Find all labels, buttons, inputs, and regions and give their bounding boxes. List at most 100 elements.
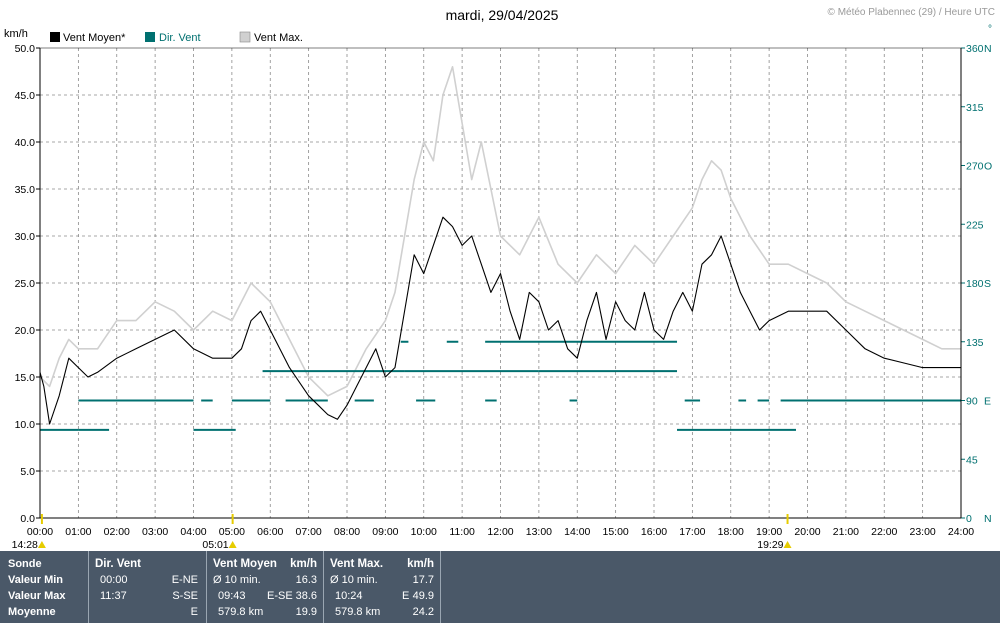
stats-block-dir-vent: Dir. Vent 00:00 E-NE 11:37 S-SE E	[89, 551, 206, 623]
stats-moyen-mean-value: 19.9	[295, 606, 317, 618]
y2-top-mark: °	[988, 24, 992, 35]
stats-divider	[440, 551, 441, 623]
y-tick-label: 30.0	[15, 231, 36, 243]
y2-tick-label: 225	[966, 219, 984, 231]
chart-labels: 00:00 01:00 02:00 03:00 04:00 05:00 06:00 07:00…	[12, 43, 993, 551]
x-tick-label: 16:00	[641, 526, 667, 538]
stats-header-vent-max: Vent Max.	[330, 558, 384, 570]
y-tick-label: 45.0	[15, 90, 36, 102]
y2-tick-label: 270	[966, 161, 984, 173]
x-tick-label: 11:00	[449, 526, 475, 538]
x-tick-label: 14:00	[564, 526, 590, 538]
stats-max-distance: 579.8 km	[335, 606, 381, 618]
x-tick-label: 09:00	[372, 526, 398, 538]
x-tick-label: 15:00	[602, 526, 628, 538]
y2-direction-label: S	[984, 278, 991, 290]
stats-max-mean-value: 24.2	[412, 606, 434, 618]
x-tick-label: 19:00	[756, 526, 782, 538]
y2-tick-label: 180	[966, 278, 984, 290]
x-tick-label: 20:00	[794, 526, 820, 538]
y2-direction-label: N	[984, 513, 992, 525]
stats-label-max: Valeur Max	[8, 590, 66, 602]
y-tick-label: 35.0	[15, 184, 36, 196]
x-tick-label: 12:00	[487, 526, 513, 538]
stats-label-min: Valeur Min	[8, 574, 64, 586]
stats-max-max-value: 49.9	[412, 590, 434, 602]
y2-tick-label: 90	[966, 396, 978, 408]
legend-label-vent-max: Vent Max.	[254, 32, 303, 44]
sun-event-icon	[37, 541, 46, 548]
y2-direction-label: O	[984, 161, 992, 173]
y2-tick-label: 360	[966, 43, 984, 55]
stats-row-labels: Sonde Valeur Min Valeur Max Moyenne	[0, 551, 88, 623]
sun-event-label: 05:01	[202, 539, 228, 551]
x-tick-label: 02:00	[104, 526, 130, 538]
stats-max-max-time: 10:24	[335, 590, 363, 602]
y-tick-label: 0.0	[20, 513, 35, 525]
y-tick-label: 20.0	[15, 325, 36, 337]
stats-block-vent-max: Vent Max. km/h Ø 10 min. 17.7 10:24 E 49…	[324, 551, 440, 623]
y-axis-unit: km/h	[4, 28, 28, 40]
stats-header-vent-moyen: Vent Moyen	[213, 558, 277, 570]
stats-dir-min-value: E-NE	[171, 574, 198, 586]
legend-swatch-vent-moyen	[50, 32, 60, 42]
stats-moyen-max-dir: E-SE	[267, 590, 293, 602]
stats-panel: Sonde Valeur Min Valeur Max Moyenne Dir.…	[0, 551, 1000, 623]
stats-dir-max-value: S-SE	[172, 590, 198, 602]
stats-label-sonde: Sonde	[8, 558, 42, 570]
x-tick-label: 07:00	[295, 526, 321, 538]
stats-block-vent-moyen: Vent Moyen km/h Ø 10 min. 16.3 09:43 E-S…	[207, 551, 323, 623]
x-tick-label: 08:00	[334, 526, 360, 538]
stats-max-max-dir: E	[402, 590, 410, 602]
sun-event-icon	[783, 541, 792, 548]
stats-moyen-distance: 579.8 km	[218, 606, 264, 618]
stats-max-min-label: Ø 10 min.	[330, 574, 378, 586]
stats-unit-vent-max: km/h	[407, 558, 434, 570]
stats-max-min-value: 17.7	[412, 574, 434, 586]
stats-label-moyenne: Moyenne	[8, 606, 56, 618]
x-tick-label: 22:00	[871, 526, 897, 538]
x-tick-label: 17:00	[679, 526, 705, 538]
chart-credit: © Météo Plabennec (29) / Heure UTC	[828, 7, 995, 18]
stats-dir-min-time: 00:00	[100, 574, 128, 586]
chart-legend: Vent Moyen* Dir. Vent Vent Max.	[50, 31, 303, 44]
x-tick-label: 10:00	[411, 526, 437, 538]
y-tick-label: 5.0	[20, 466, 35, 478]
y-tick-label: 40.0	[15, 137, 36, 149]
stats-moyen-max-value: 38.6	[295, 590, 317, 602]
legend-swatch-dir-vent	[145, 32, 155, 42]
y2-direction-label: N	[984, 43, 992, 55]
stats-header-dir-vent: Dir. Vent	[95, 558, 142, 570]
x-tick-label: 13:00	[526, 526, 552, 538]
legend-swatch-vent-max	[239, 31, 251, 43]
x-tick-label: 04:00	[180, 526, 206, 538]
x-tick-label: 18:00	[718, 526, 744, 538]
y-tick-label: 50.0	[15, 43, 36, 55]
legend-label-dir-vent: Dir. Vent	[159, 32, 201, 44]
wind-chart: 00:00 01:00 02:00 03:00 04:00 05:00 06:00 07:00…	[4, 7, 995, 551]
y-tick-label: 15.0	[15, 372, 36, 384]
stats-dir-mean-value: E	[190, 606, 198, 618]
y-tick-label: 10.0	[15, 419, 36, 431]
sun-event-icon	[228, 541, 237, 548]
sun-event-label: 19:29	[757, 539, 783, 551]
stats-moyen-max-time: 09:43	[218, 590, 246, 602]
y2-direction-label: E	[984, 396, 991, 408]
x-tick-label: 23:00	[909, 526, 935, 538]
x-tick-label: 05:00	[219, 526, 245, 538]
x-tick-label: 21:00	[833, 526, 859, 538]
y2-tick-label: 0	[966, 513, 972, 525]
y2-tick-label: 45	[966, 454, 978, 466]
x-tick-label: 24:00	[948, 526, 974, 538]
x-tick-label: 01:00	[65, 526, 91, 538]
stats-unit-vent-moyen: km/h	[290, 558, 317, 570]
sun-event-label: 14:28	[12, 539, 38, 551]
chart-title: mardi, 29/04/2025	[446, 7, 559, 23]
x-tick-label: 03:00	[142, 526, 168, 538]
y2-tick-label: 135	[966, 337, 984, 349]
stats-moyen-min-value: 16.3	[295, 574, 317, 586]
x-tick-label: 06:00	[257, 526, 283, 538]
y2-tick-label: 315	[966, 102, 984, 114]
stats-dir-max-time: 11:37	[100, 590, 127, 602]
stats-moyen-min-label: Ø 10 min.	[213, 574, 261, 586]
